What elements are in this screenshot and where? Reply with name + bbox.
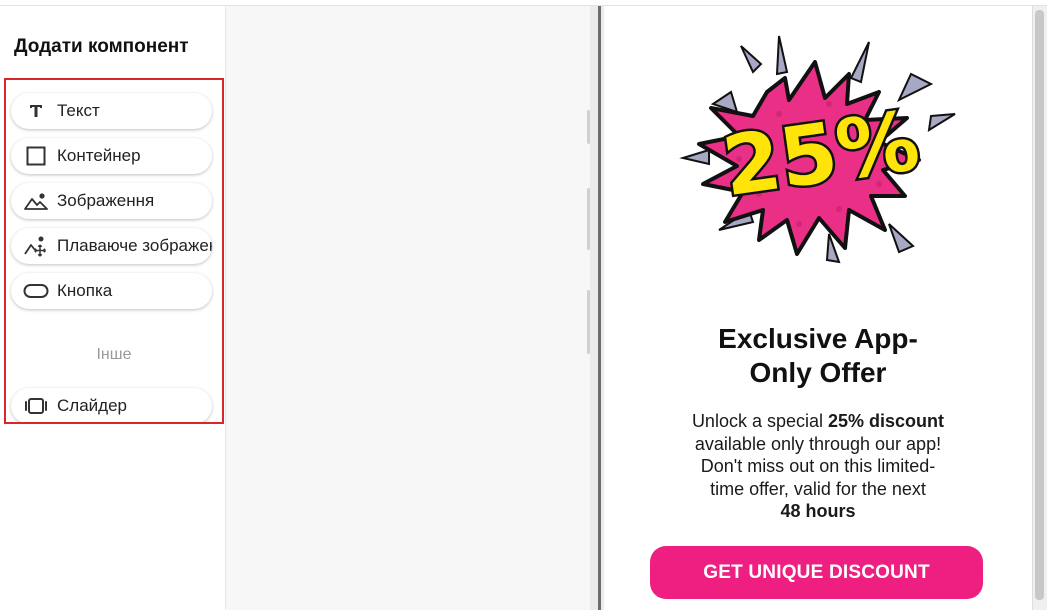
slider-icon [23, 395, 49, 417]
text-icon [23, 100, 49, 122]
add-image-label: Зображення [57, 191, 155, 210]
add-button-button[interactable]: Кнопка [11, 273, 212, 309]
add-text-label: Текст [57, 101, 100, 120]
preview-frame-edge [598, 6, 601, 610]
component-list: Текст Контейнер Зображення Плаваюче зобр… [4, 78, 224, 424]
add-text-button[interactable]: Текст [11, 93, 212, 129]
preview-divider [590, 6, 604, 610]
offer-text: Don't miss out on this limited- [700, 456, 936, 476]
image-icon [23, 190, 49, 212]
offer-discount-text: 25% discount [828, 411, 945, 431]
offer-description: Unlock a special 25% discount available … [624, 410, 1012, 523]
add-slider-label: Слайдер [57, 396, 127, 415]
container-icon [23, 145, 49, 167]
add-container-button[interactable]: Контейнер [11, 138, 212, 174]
add-image-button[interactable]: Зображення [11, 183, 212, 219]
get-discount-button[interactable]: GET UNIQUE DISCOUNT [650, 546, 983, 599]
discount-badge-image: 25% [679, 35, 956, 264]
offer-title: Exclusive App- Only Offer [624, 322, 1012, 390]
sidebar: Додати компонент Текст Контейнер Зображе… [0, 6, 226, 610]
offer-text: time offer, valid for the next [710, 478, 926, 499]
offer-title-line: Exclusive App- [718, 323, 918, 354]
sidebar-title: Додати компонент [14, 36, 189, 57]
offer-duration-text: 48 hours [780, 501, 856, 521]
add-button-label: Кнопка [57, 281, 113, 300]
add-floating-image-button[interactable]: Плаваюче зображення [11, 228, 212, 264]
app-preview: 25% Exclusive App- Only Offer Unlock a s… [604, 6, 1032, 610]
offer-text: available only through our app! [694, 433, 942, 454]
add-slider-button[interactable]: Слайдер [11, 388, 212, 422]
add-container-label: Контейнер [57, 146, 141, 165]
preview-scrollbar-thumb[interactable] [1035, 10, 1044, 600]
button-icon [23, 280, 49, 302]
offer-title-line: Only Offer [749, 357, 887, 388]
canvas-area [226, 6, 590, 610]
offer-text: Unlock a special [691, 411, 829, 431]
app-window: Додати компонент Текст Контейнер Зображе… [0, 0, 1047, 610]
section-other-label: Інше [96, 346, 132, 363]
add-floating-image-label: Плаваюче зображення [57, 236, 212, 255]
floating-image-icon [23, 235, 49, 257]
